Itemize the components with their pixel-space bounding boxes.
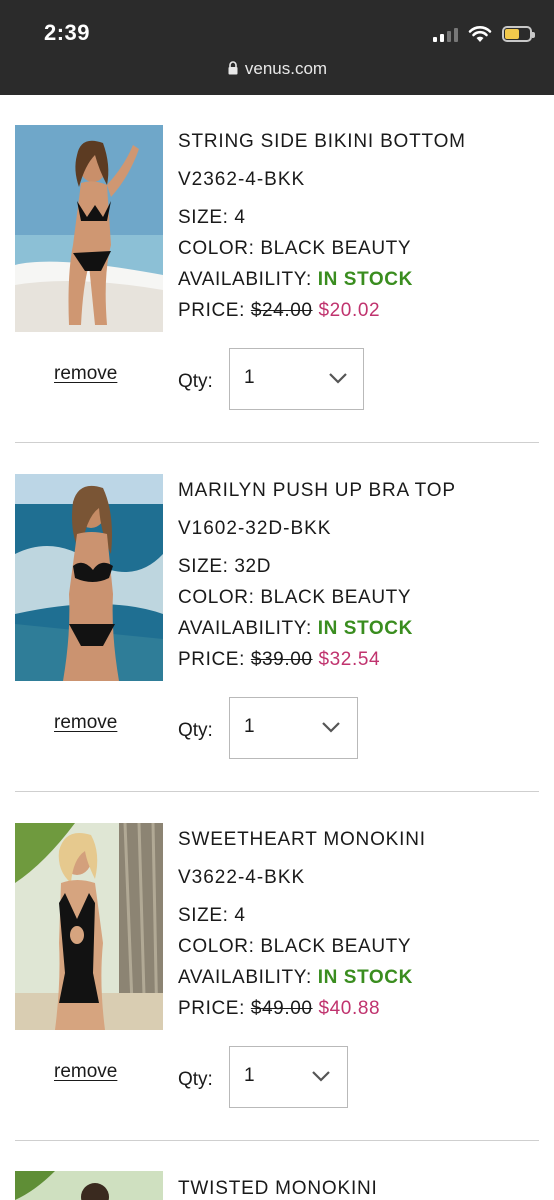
product-availability: AVAILABILITY: IN STOCK	[178, 962, 538, 993]
chevron-down-icon	[329, 373, 347, 384]
battery-icon	[502, 26, 535, 42]
product-sku: V1602-32D-BKK	[178, 518, 332, 539]
product-name[interactable]: MARILYN PUSH UP BRA TOP	[178, 475, 538, 506]
price-label: PRICE:	[178, 998, 245, 1019]
product-size: SIZE: 4	[178, 905, 246, 926]
wifi-icon	[468, 26, 492, 42]
price-label: PRICE:	[178, 649, 245, 670]
status-icons	[433, 22, 535, 46]
product-sku: V2362-4-BKK	[178, 169, 306, 190]
product-size: SIZE: 32D	[178, 556, 272, 577]
product-size: SIZE: 4	[178, 207, 246, 228]
status-time: 2:39	[44, 20, 91, 45]
item-divider	[15, 1140, 539, 1141]
availability-label: AVAILABILITY:	[178, 967, 312, 988]
cellular-signal-icon	[433, 26, 458, 42]
sale-price: $20.02	[318, 300, 381, 321]
quantity-select[interactable]: 1	[229, 348, 364, 410]
availability-label: AVAILABILITY:	[178, 269, 312, 290]
qty-label: Qty:	[178, 371, 213, 392]
product-price: PRICE: $24.00 $20.02	[178, 295, 538, 326]
chevron-down-icon	[312, 1071, 330, 1082]
product-sku: V3622-4-BKK	[178, 867, 306, 888]
product-availability: AVAILABILITY: IN STOCK	[178, 264, 538, 295]
qty-label: Qty:	[178, 720, 213, 741]
item-divider	[15, 442, 539, 443]
item-details: SWEETHEART MONOKINI V3622-4-BKK SIZE: 4 …	[178, 824, 538, 1024]
product-color: COLOR: BLACK BEAUTY	[178, 936, 412, 957]
product-color: COLOR: BLACK BEAUTY	[178, 587, 412, 608]
chevron-down-icon	[322, 722, 340, 733]
remove-link[interactable]: remove	[54, 363, 117, 385]
cart-item: MARILYN PUSH UP BRA TOP V1602-32D-BKK SI…	[0, 444, 554, 793]
lock-icon	[228, 61, 238, 75]
product-image[interactable]	[15, 1171, 163, 1200]
item-details: MARILYN PUSH UP BRA TOP V1602-32D-BKK SI…	[178, 475, 538, 675]
address-bar[interactable]: venus.com	[0, 59, 554, 79]
url-text: venus.com	[244, 59, 328, 78]
quantity-select[interactable]: 1	[229, 1046, 348, 1108]
product-image[interactable]	[15, 474, 163, 681]
cart-item: STRING SIDE BIKINI BOTTOM V2362-4-BKK SI…	[0, 95, 554, 444]
product-availability: AVAILABILITY: IN STOCK	[178, 613, 538, 644]
qty-label: Qty:	[178, 1069, 213, 1090]
item-details: STRING SIDE BIKINI BOTTOM V2362-4-BKK SI…	[178, 126, 538, 326]
original-price: $24.00	[250, 300, 313, 321]
product-price: PRICE: $39.00 $32.54	[178, 644, 538, 675]
product-name[interactable]: STRING SIDE BIKINI BOTTOM	[178, 126, 538, 157]
sale-price: $32.54	[318, 649, 381, 670]
product-image[interactable]	[15, 823, 163, 1030]
remove-link[interactable]: remove	[54, 712, 117, 734]
cart-item: SWEETHEART MONOKINI V3622-4-BKK SIZE: 4 …	[0, 793, 554, 1142]
price-label: PRICE:	[178, 300, 245, 321]
original-price: $49.00	[250, 998, 313, 1019]
availability-label: AVAILABILITY:	[178, 618, 312, 639]
product-name[interactable]: TWISTED MONOKINI	[178, 1173, 538, 1200]
remove-link[interactable]: remove	[54, 1061, 117, 1083]
product-image[interactable]	[15, 125, 163, 332]
sale-price: $40.88	[318, 998, 381, 1019]
original-price: $39.00	[250, 649, 313, 670]
in-stock-status: IN STOCK	[317, 269, 413, 290]
product-price: PRICE: $49.00 $40.88	[178, 993, 538, 1024]
cart-item: TWISTED MONOKINI	[0, 1142, 554, 1200]
quantity-value: 1	[244, 716, 255, 737]
quantity-select[interactable]: 1	[229, 697, 358, 759]
product-color: COLOR: BLACK BEAUTY	[178, 238, 412, 259]
quantity-value: 1	[244, 367, 255, 388]
item-details: TWISTED MONOKINI	[178, 1173, 538, 1200]
browser-top-bar: 2:39 venus.com	[0, 0, 554, 95]
in-stock-status: IN STOCK	[317, 967, 413, 988]
item-divider	[15, 791, 539, 792]
product-name[interactable]: SWEETHEART MONOKINI	[178, 824, 538, 855]
in-stock-status: IN STOCK	[317, 618, 413, 639]
quantity-value: 1	[244, 1065, 255, 1086]
